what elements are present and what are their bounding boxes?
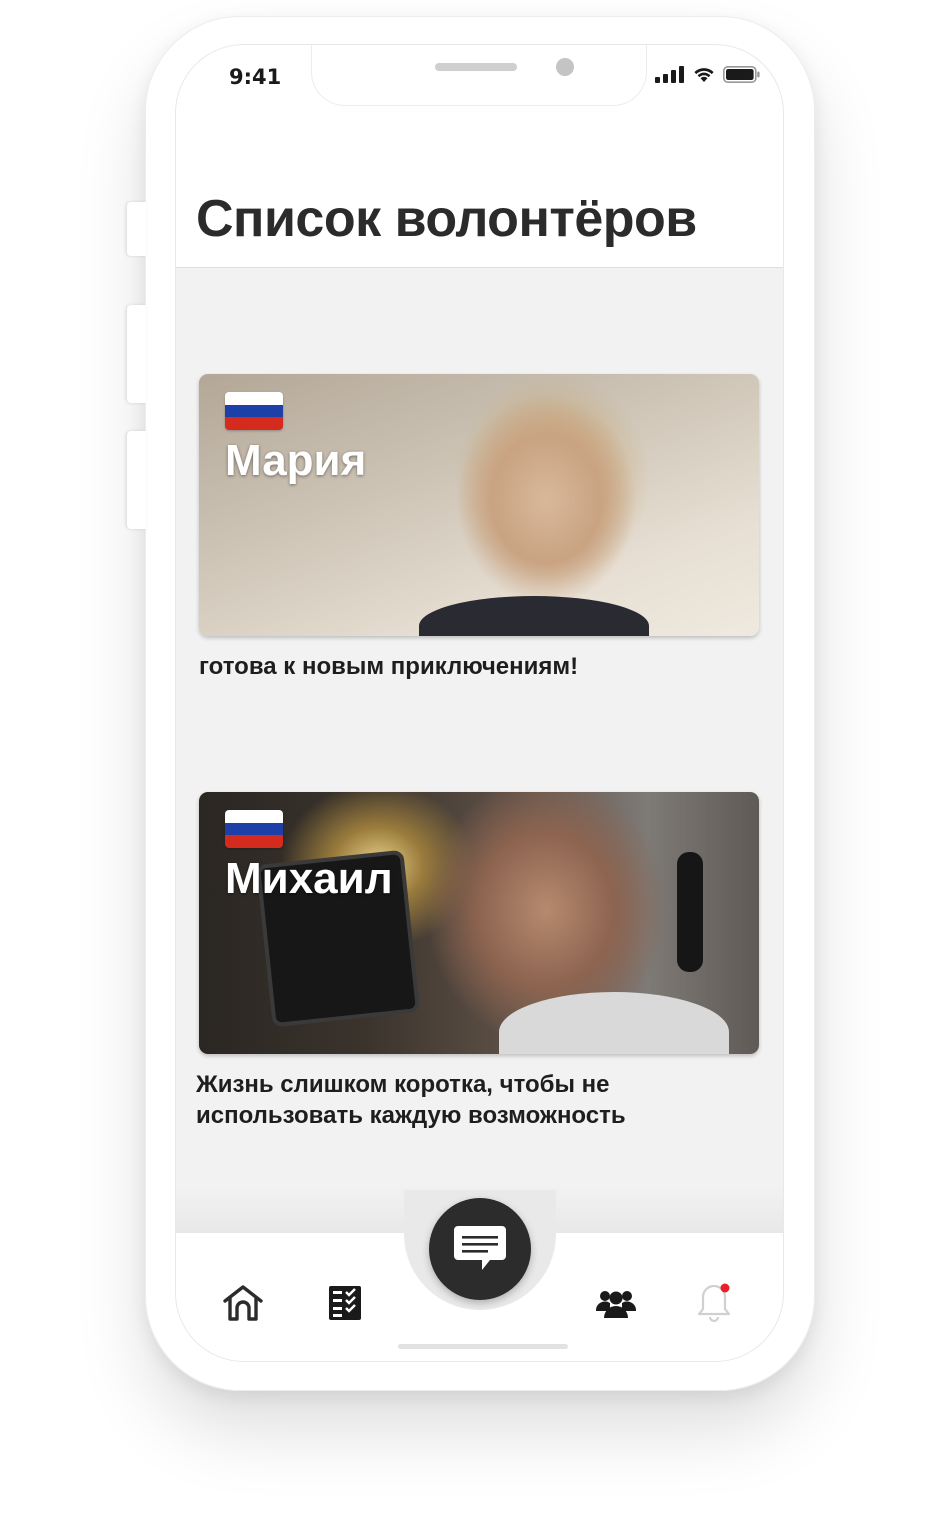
volume-up-button [127, 305, 146, 403]
volunteer-caption: готова к новым приключениям! [199, 653, 579, 680]
cellular-signal-icon [655, 66, 684, 83]
page-title: Список волонтёров [196, 190, 697, 248]
volunteer-photo [199, 374, 759, 636]
tab-volunteers[interactable] [594, 1281, 638, 1325]
volume-down-button [127, 431, 146, 529]
volunteer-caption: Жизнь слишком коротка, чтобы не использо… [196, 1071, 626, 1129]
wifi-icon [694, 68, 714, 82]
volunteer-card[interactable]: Мария [199, 374, 759, 636]
chat-icon [454, 1226, 506, 1270]
checklist-icon [329, 1286, 361, 1320]
status-time: 9:41 [229, 65, 282, 89]
header: 9:41 Список волонтёров [176, 45, 783, 268]
device-mockup: 9:41 Список волонтёров Мария готова к но… [0, 0, 950, 1513]
status-icons [655, 66, 761, 83]
volunteer-card[interactable]: Михаил [199, 792, 759, 1054]
home-icon [223, 1285, 263, 1321]
chat-button[interactable] [429, 1198, 531, 1300]
volunteer-photo [199, 792, 759, 1054]
russia-flag-icon [225, 392, 283, 430]
volunteer-name: Мария [225, 436, 367, 485]
mute-switch [127, 202, 146, 256]
photo-shoulder [419, 596, 649, 636]
tab-home[interactable] [221, 1281, 265, 1325]
notification-dot [720, 1283, 730, 1293]
battery-icon [723, 66, 760, 83]
photo-stand [677, 852, 703, 972]
app-screen: 9:41 Список волонтёров Мария готова к но… [176, 45, 783, 1361]
tab-notifications[interactable] [692, 1281, 736, 1325]
front-camera [556, 58, 574, 76]
speaker-grille [435, 63, 517, 71]
russia-flag-icon [225, 810, 283, 848]
notch [311, 45, 647, 106]
home-indicator[interactable] [398, 1344, 568, 1349]
group-icon [596, 1291, 636, 1318]
volunteer-name: Михаил [225, 854, 393, 903]
tab-checklist[interactable] [323, 1281, 367, 1325]
photo-shirt [499, 992, 729, 1054]
bell-icon [697, 1283, 731, 1323]
